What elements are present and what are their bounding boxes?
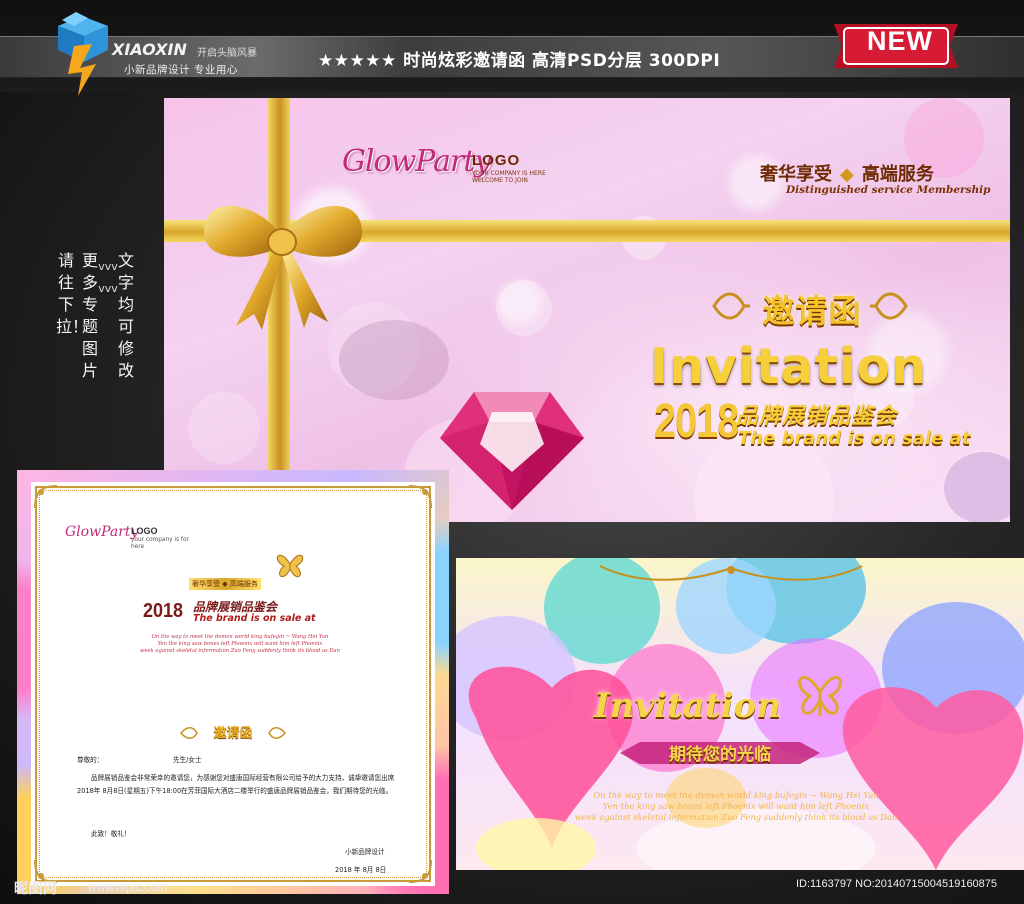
corner-ornament-icon: [408, 485, 432, 509]
side-text-scroll-hint: 请往下拉！: [56, 251, 89, 336]
balloon-invitation-card: Invitation 期待您的光临 On the way to meet the…: [456, 558, 1024, 870]
watermark-logo: 昵图网: [14, 881, 58, 897]
side-text-more-topics: 更多专题图片: [81, 251, 98, 380]
brand-tagline: 开启头脑风暴: [197, 48, 257, 59]
letter-luxury-slogan: 奢华享受 ◆ 高端服务: [189, 578, 261, 590]
title-english: Invitation: [650, 338, 928, 395]
corner-ornament-icon: [34, 485, 58, 509]
corner-ornament-icon: [408, 859, 432, 883]
letter-party-logo: GlowParty: [65, 524, 139, 540]
image-id: ID:1163797 NO:20140715004519160875: [796, 878, 998, 890]
event-name-chinese: 品牌展销品鉴会: [736, 404, 898, 429]
luxury-slogan: 奢华享受 ◆ 高端服务: [760, 160, 934, 186]
letter-invitation-card: GlowParty LOGO your company is for here …: [17, 470, 449, 894]
verse-line: week against skeletal information Zuo Fe…: [140, 648, 340, 654]
main-invitation-card: GlowParty LOGO YOUR COMPANY IS HERE WELC…: [164, 98, 1010, 522]
diamond-separator-icon: ◆: [840, 164, 854, 185]
pink-gemstone-icon: [440, 392, 584, 510]
luxury-subtitle: Distinguished service Membership: [786, 184, 991, 196]
letter-closing: 此致！敬礼！: [91, 830, 131, 838]
letter-signature: 小新品牌设计: [345, 848, 385, 856]
letter-butterfly-icon: [276, 554, 304, 578]
verse-line: Yen the king saw bones left Phoenix will…: [157, 641, 323, 647]
letter-verse: On the way to meet the demon world king …: [115, 634, 365, 655]
headline: ★★★★★ 时尚炫彩邀请函 高清PSD分层 300DPI: [318, 51, 721, 71]
butterfly-icon: [798, 676, 842, 716]
balloon-title-english: Invitation: [594, 686, 782, 726]
luxury-left: 奢华享受: [760, 164, 832, 185]
letter-paper: GlowParty LOGO your company is for here …: [31, 482, 435, 886]
side-text-arrows: vvvvvv: [98, 260, 118, 295]
new-badge-label: NEW: [867, 26, 933, 56]
brand-slogan: 小新品牌设计 专业用心: [124, 64, 238, 76]
company-logo-subtitle: YOUR COMPANY IS HERE WELCOME TO JOIN: [472, 170, 546, 184]
letter-title-chinese: 邀请函: [213, 726, 253, 741]
letter-date: 2018 年 8月 8日: [335, 866, 387, 874]
company-logo: LOGO: [472, 152, 521, 169]
event-name-english: The brand is on sale at: [738, 428, 971, 449]
verse-line: On the way to meet the demon world king …: [151, 634, 329, 640]
verse-line: week against skeletal information Zuo Fe…: [574, 812, 898, 822]
letter-company-logo: LOGO: [131, 526, 158, 536]
event-year: 2018: [654, 395, 739, 448]
letter-recipient-title: 先生/女士: [173, 756, 202, 764]
top-ornament-icon: [599, 565, 863, 581]
side-text-editable: 文字均可修改: [117, 251, 134, 380]
glow-party-logo: GlowParty: [342, 144, 491, 179]
balloon-subtitle: 期待您的光临: [669, 745, 771, 765]
gold-bow-icon: [203, 205, 363, 330]
brand-name: XIAOXIN: [112, 40, 187, 59]
letter-salutation: 尊敬的：: [77, 756, 104, 764]
letter-event-english: The brand is on sale at: [193, 613, 316, 624]
balloon-verse: On the way to meet the demon world king …: [496, 790, 976, 823]
letter-logo-subtitle: your company is for here: [131, 537, 189, 550]
verse-line: Yen the king saw bones left Phoenix will…: [602, 801, 870, 811]
luxury-right: 高端服务: [861, 164, 934, 185]
xiaoxin-cube-logo-icon: [58, 12, 108, 96]
letter-event-year: 2018: [143, 600, 184, 622]
verse-line: On the way to meet the demon world king …: [593, 790, 879, 800]
watermark-url: www.nipic.com: [88, 880, 168, 894]
title-chinese: 邀请函: [762, 292, 862, 330]
letter-body: 品牌展销品鉴会非常荣幸的邀请您，为感谢您对盛唐国际经营有限公司给予的大力支持，诚…: [77, 774, 395, 795]
letter-border-inner: [39, 490, 427, 878]
